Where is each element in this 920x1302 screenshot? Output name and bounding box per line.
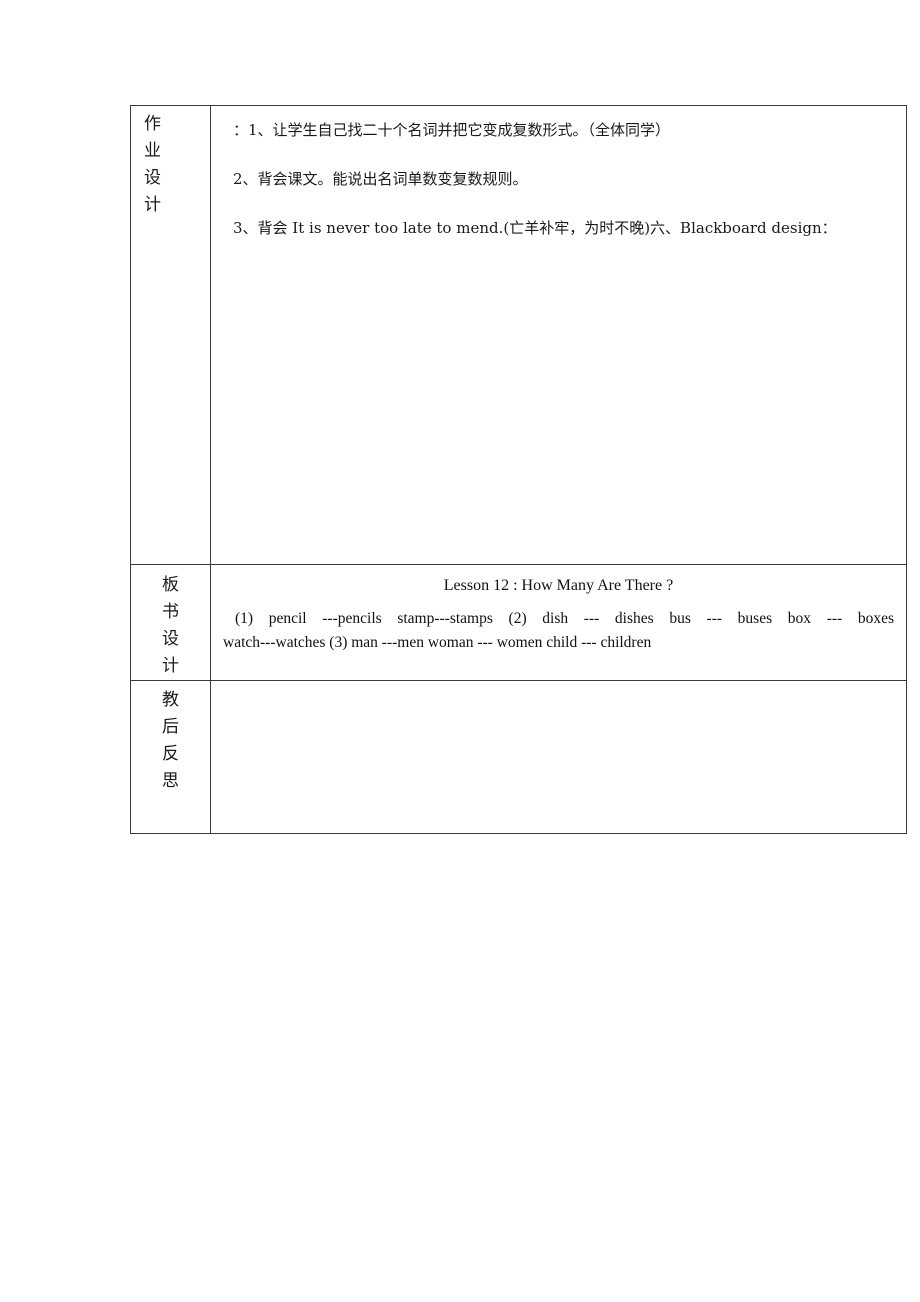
label-stack-blackboard: 板 书 设 计: [131, 565, 210, 680]
label-char: 业: [144, 141, 161, 161]
label-char: 后: [162, 717, 179, 737]
label-char: 板: [162, 575, 179, 595]
lesson-plan-table: 作 业 设 计 ：1、让学生自己找二十个名词并把它变成复数形式。（全体同学） 2…: [130, 105, 907, 834]
table-row-blackboard-design: 板 书 设 计 Lesson 12 : How Many Are There ?…: [130, 564, 907, 681]
row-content-homework-design: ：1、让学生自己找二十个名词并把它变成复数形式。（全体同学） 2、背会课文。能说…: [210, 105, 907, 565]
row-label-teaching-reflection: 教 后 反 思: [130, 680, 211, 834]
row-content-blackboard-design: Lesson 12 : How Many Are There ? (1) pen…: [210, 564, 907, 681]
label-char: 教: [162, 690, 179, 710]
reflection-body-empty: [211, 681, 906, 821]
document-page: 作 业 设 计 ：1、让学生自己找二十个名词并把它变成复数形式。（全体同学） 2…: [0, 0, 920, 1302]
label-char: 计: [144, 195, 161, 215]
table-row-teaching-reflection: 教 后 反 思: [130, 680, 907, 834]
label-stack-homework: 作 业 设 计: [131, 106, 210, 219]
label-char: 书: [162, 602, 179, 622]
homework-line-2: 2、背会课文。能说出名词单数变复数规则。: [233, 170, 528, 188]
table-row-homework-design: 作 业 设 计 ：1、让学生自己找二十个名词并把它变成复数形式。（全体同学） 2…: [130, 105, 907, 565]
homework-line-3: 3、背会 It is never too late to mend.(亡羊补牢，…: [233, 219, 837, 237]
blackboard-plurals-line-2: watch---watches (3) man ---men woman ---…: [223, 634, 652, 651]
label-char: 作: [144, 114, 161, 134]
blackboard-body: Lesson 12 : How Many Are There ? (1) pen…: [211, 565, 906, 655]
label-stack-reflection: 教 后 反 思: [131, 681, 210, 795]
label-char: 反: [162, 744, 179, 764]
homework-body: ：1、让学生自己找二十个名词并把它变成复数形式。（全体同学） 2、背会课文。能说…: [211, 106, 906, 238]
blackboard-plurals-line-1: (1) pencil ---pencils stamp---stamps (2)…: [235, 610, 894, 627]
row-label-blackboard-design: 板 书 设 计: [130, 564, 211, 681]
row-content-teaching-reflection: [210, 680, 907, 834]
row-label-homework-design: 作 业 设 计: [130, 105, 211, 565]
blackboard-lesson-title: Lesson 12 : How Many Are There ?: [443, 577, 674, 594]
homework-line-1: ：1、让学生自己找二十个名词并把它变成复数形式。（全体同学）: [233, 121, 671, 139]
label-char: 思: [162, 771, 179, 791]
label-char: 计: [162, 656, 179, 676]
label-char: 设: [162, 629, 179, 649]
label-char: 设: [144, 168, 161, 188]
